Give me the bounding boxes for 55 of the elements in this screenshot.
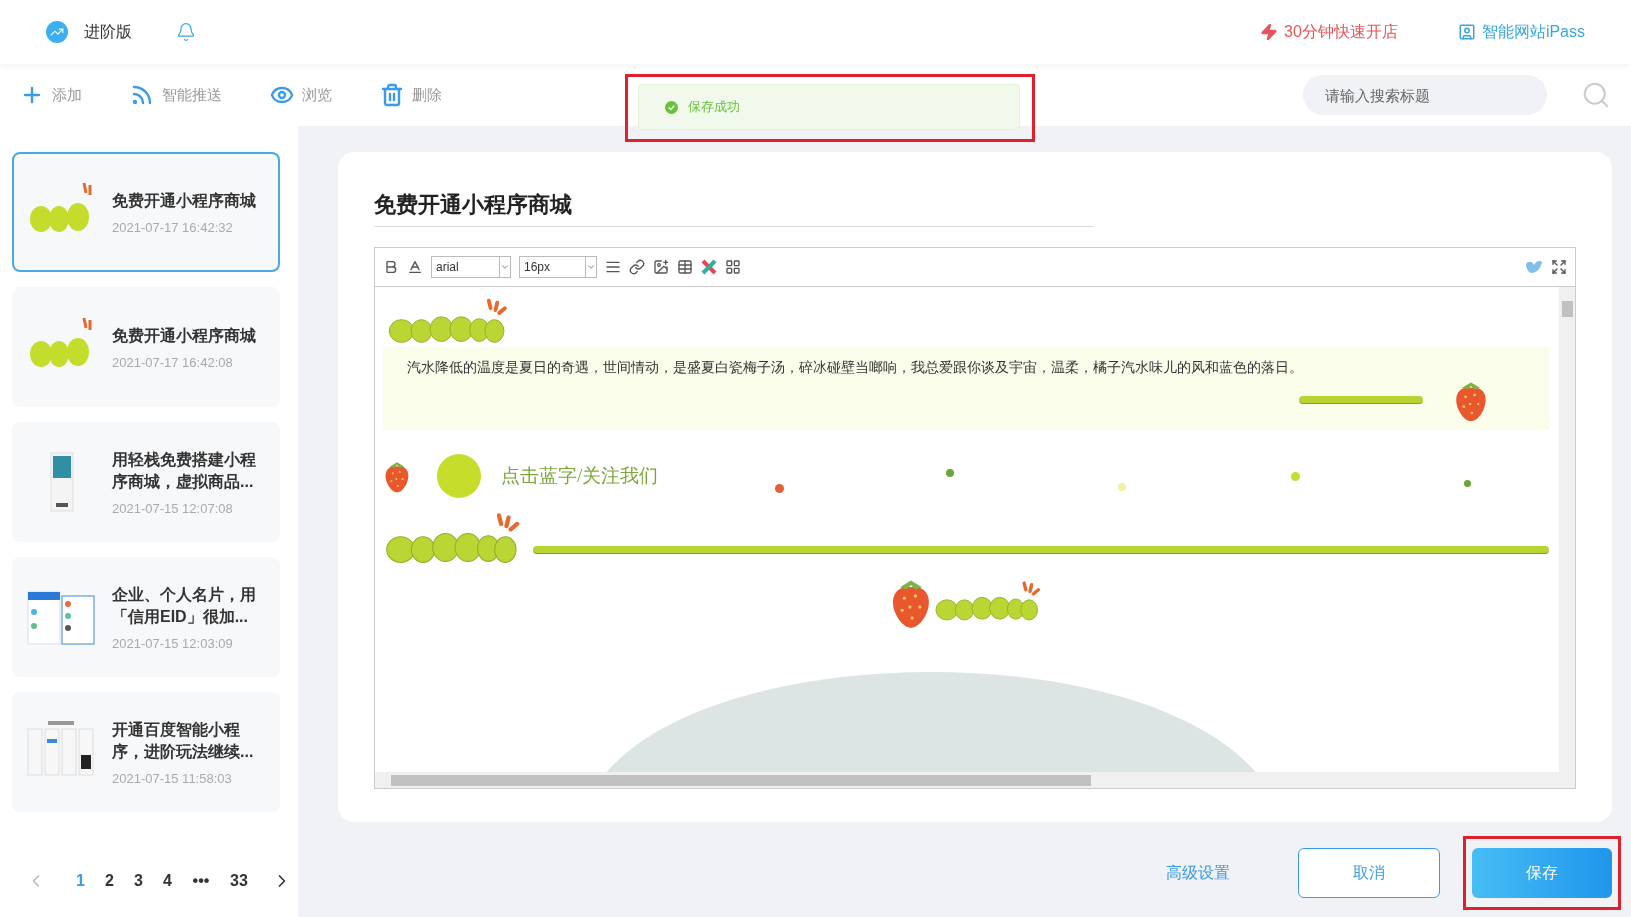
article-title: 免费开通小程序商城	[112, 325, 257, 346]
dot-decoration	[1291, 472, 1300, 482]
circle-decoration	[437, 453, 481, 498]
paragraph-text: 汽水降低的温度是夏日的奇遇，世间情动，是盛夏白瓷梅子汤，碎冰碰壁当啷响，我总爱跟你谈及宇宙，温柔，橘子汽水味儿的风和蓝色的落日。	[407, 359, 1304, 378]
bell-icon[interactable]	[176, 22, 196, 42]
logo-icon	[46, 21, 68, 43]
trash-icon	[380, 83, 404, 107]
article-card[interactable]: 免费开通小程序商城 2021-07-17 16:42:32	[12, 152, 280, 272]
search-field[interactable]: 请输入搜索标题	[1303, 75, 1547, 115]
dot-decoration	[1118, 483, 1126, 492]
article-card[interactable]: 用轻栈免费搭建小程序商城，虚拟商品... 2021-07-15 12:07:08	[12, 422, 280, 542]
dot-decoration	[775, 484, 784, 494]
table-icon[interactable]	[677, 259, 693, 275]
dot-decoration	[1464, 480, 1471, 488]
rss-icon	[130, 83, 154, 107]
article-card[interactable]: 开通百度智能小程序，进阶玩法继续... 2021-07-15 11:58:03	[12, 692, 280, 812]
profile-icon	[1457, 23, 1476, 41]
bold-icon[interactable]	[383, 259, 399, 275]
article-date: 2021-07-15 12:03:09	[112, 635, 234, 651]
lightning-icon	[1260, 23, 1279, 41]
article-card[interactable]: 免费开通小程序商城 2021-07-17 16:42:08	[12, 287, 280, 407]
align-icon[interactable]	[605, 259, 621, 275]
article-date: 2021-07-17 16:42:32	[112, 219, 234, 235]
vertical-scrollbar[interactable]	[1559, 287, 1575, 772]
dot-decoration	[946, 469, 954, 478]
cross-icon[interactable]	[701, 259, 717, 275]
grid-icon[interactable]	[725, 259, 741, 275]
follow-text: 点击蓝字/关注我们	[501, 463, 659, 488]
quick-store-link[interactable]: 30分钟快速开店	[1260, 21, 1398, 43]
toast-message: 保存成功	[688, 98, 740, 116]
caret-icon	[500, 262, 510, 272]
size-select[interactable]: 16px	[519, 256, 597, 278]
page-button[interactable]: 4	[153, 872, 182, 890]
horizontal-scrollbar[interactable]	[375, 772, 1575, 788]
article-card[interactable]: 企业、个人名片，用「信用EID」很加... 2021-07-15 12:03:09	[12, 557, 280, 677]
image-icon[interactable]	[653, 259, 669, 275]
article-date: 2021-07-15 12:07:08	[112, 500, 234, 516]
article-date: 2021-07-15 11:58:03	[112, 770, 233, 786]
page-button[interactable]: 33	[220, 872, 258, 890]
article-title: 免费开通小程序商城	[112, 190, 257, 211]
page-button[interactable]: 3	[124, 872, 153, 890]
article-title-field[interactable]: 免费开通小程序商城	[374, 190, 1094, 227]
check-circle-icon	[665, 100, 678, 114]
article-date: 2021-07-17 16:42:08	[112, 354, 234, 370]
link-icon[interactable]	[629, 259, 645, 275]
font-color-icon[interactable]	[407, 259, 423, 275]
page-button[interactable]: 2	[95, 872, 124, 890]
edition-label: 进阶版	[84, 21, 132, 42]
article-title: 开通百度智能小程序，进阶玩法继续...	[112, 719, 255, 762]
article-title: 用轻栈免费搭建小程序商城，虚拟商品...	[112, 449, 257, 492]
article-title: 企业、个人名片，用「信用EID」很加...	[112, 584, 257, 627]
font-select[interactable]: arial	[431, 256, 511, 278]
caret-icon	[586, 262, 596, 272]
page-button[interactable]: •••	[182, 872, 220, 890]
fullscreen-icon[interactable]	[1551, 259, 1567, 275]
